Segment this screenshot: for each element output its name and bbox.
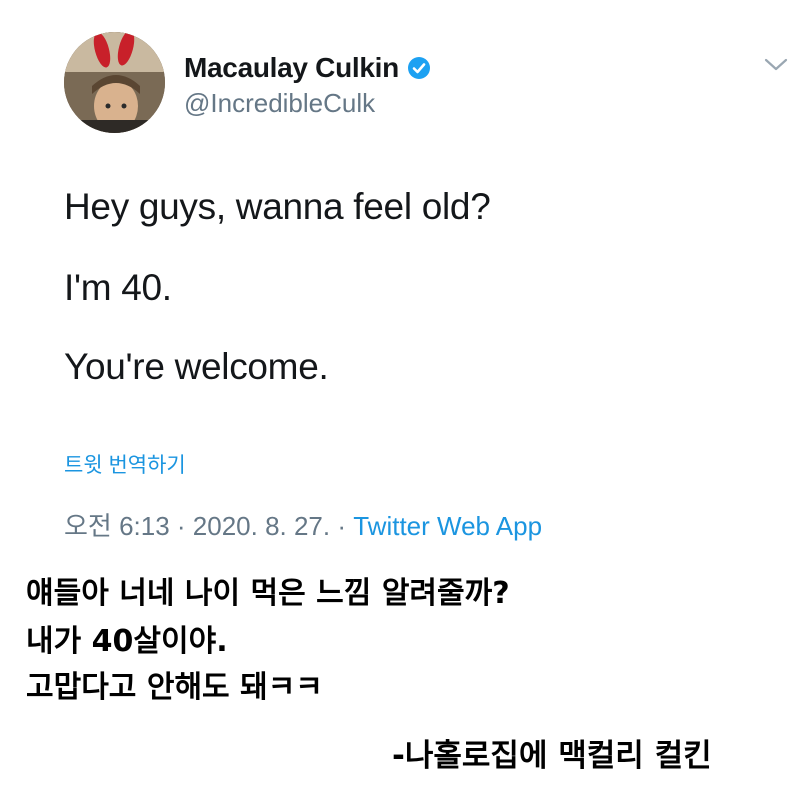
author-display-name[interactable]: Macaulay Culkin [184,52,399,84]
tweet-meta: 오전 6:13 · 2020. 8. 27. · Twitter Web App [64,506,542,543]
tweet-date[interactable]: 2020. 8. 27. [193,511,330,541]
verified-badge-icon [407,57,430,79]
chevron-down-icon[interactable] [762,54,790,74]
author-handle[interactable]: @IncredibleCulk [184,88,375,119]
translate-tweet-link[interactable]: 트윗 번역하기 [64,449,186,479]
profile-photo-icon [64,32,165,133]
caption-line-1: 얘들아 너네 나이 먹은 느낌 알려줄까? [26,576,510,611]
tweet-source-link[interactable]: Twitter Web App [353,511,542,541]
tweet-time[interactable]: 오전 6:13 [64,511,170,541]
meta-separator: · [169,511,193,541]
tweet-text-line-1: Hey guys, wanna feel old? [64,186,491,227]
meta-separator: · [330,511,354,541]
author-name-row[interactable]: Macaulay Culkin [184,52,431,84]
caption-line-3: 고맙다고 안해도 돼ㅋㅋ [26,670,323,705]
caption-signature: -나홀로집에 맥컬리 컬킨 [392,738,712,774]
avatar[interactable] [64,32,165,133]
tweet-text-line-3: You're welcome. [64,346,329,387]
caption-line-2: 내가 40살이야. [26,624,228,659]
tweet-text-line-2: I'm 40. [64,267,172,308]
